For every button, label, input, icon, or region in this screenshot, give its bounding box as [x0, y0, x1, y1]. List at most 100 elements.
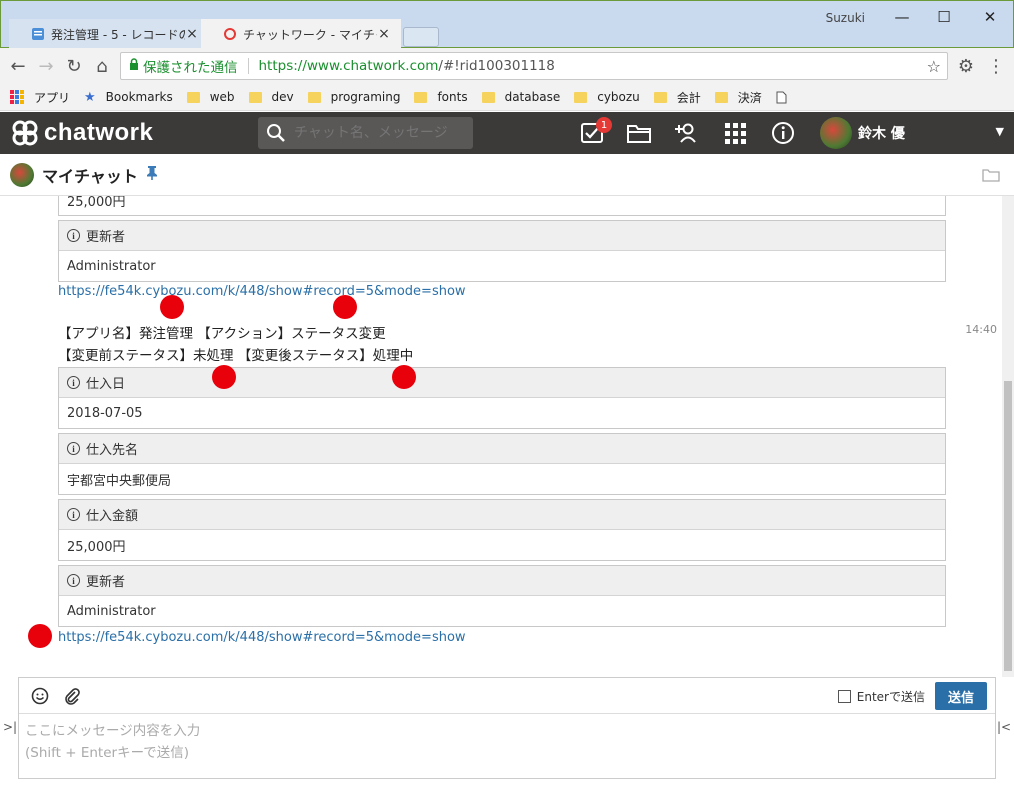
info-icon: i	[67, 574, 80, 587]
timeline-scrollbar[interactable]	[1002, 196, 1014, 677]
user-profile-menu[interactable]: 鈴木 優	[820, 117, 905, 149]
bookmark-web[interactable]: web	[186, 90, 235, 104]
placeholder-line: ここにメッセージ内容を入力	[25, 723, 201, 739]
secure-label: 保護された通信	[143, 60, 238, 76]
field-box: i 仕入金額 25,000円	[58, 499, 946, 561]
bookmark-programing[interactable]: programing	[307, 90, 400, 104]
chevron-down-icon[interactable]: ▼	[996, 125, 1004, 138]
send-button[interactable]: 送信	[935, 682, 987, 710]
room-file-folder-icon[interactable]	[982, 168, 1000, 186]
scrollbar-thumb[interactable]	[1004, 381, 1012, 671]
reload-icon[interactable]: ↻	[62, 54, 86, 78]
bookmarks-bar: アプリ ★ Bookmarks web dev programing fonts…	[0, 84, 1014, 111]
info-icon: i	[67, 376, 80, 389]
folder-icon[interactable]	[625, 120, 653, 146]
bookmark-apps[interactable]: アプリ	[10, 89, 70, 106]
info-icon: i	[67, 229, 80, 242]
red-marker	[212, 365, 236, 389]
red-marker	[28, 624, 52, 648]
message-input[interactable]: ここにメッセージ内容を入力 (Shift + Enterキーで送信)	[19, 714, 995, 770]
chatwork-logo[interactable]: chatwork	[10, 118, 153, 148]
extension-gear-icon[interactable]: ⚙	[954, 54, 978, 78]
emoji-icon[interactable]	[29, 685, 51, 707]
field-header: i 仕入先名	[59, 434, 945, 464]
maximize-button[interactable]: ☐	[923, 5, 965, 29]
field-header: i 仕入日	[59, 368, 945, 398]
bookmark-bookmarks[interactable]: ★ Bookmarks	[84, 90, 173, 105]
info-icon: i	[67, 442, 80, 455]
add-contact-icon[interactable]	[673, 120, 701, 146]
back-arrow-icon[interactable]: ←	[6, 54, 30, 78]
message-line: 【アプリ名】発注管理 【アクション】ステータス変更	[58, 326, 386, 342]
avatar	[820, 117, 852, 149]
composer-toolbar: Enterで送信 送信	[19, 678, 995, 714]
red-marker	[333, 295, 357, 319]
field-value: 25,000円	[67, 539, 126, 555]
task-count-badge: 1	[596, 117, 612, 133]
field-label: 仕入先名	[86, 443, 139, 458]
folder-icon	[714, 91, 728, 103]
close-window-button[interactable]: ✕	[969, 5, 1011, 29]
red-marker	[392, 365, 416, 389]
folder-icon	[248, 91, 262, 103]
bookmark-kaikei[interactable]: 会計	[653, 89, 701, 106]
tab-label: 発注管理 - 5 - レコードの詳	[51, 27, 185, 42]
browser-titlebar: 発注管理 - 5 - レコードの詳 × チャットワーク - マイチャット × S…	[0, 0, 1014, 49]
field-label: 仕入日	[86, 377, 126, 392]
info-icon[interactable]	[769, 120, 797, 146]
field-box: i 更新者 Administrator	[58, 565, 946, 627]
pin-icon[interactable]	[146, 165, 158, 185]
collapse-right-icon[interactable]: |<	[997, 720, 1011, 734]
field-value: Administrator	[67, 258, 156, 274]
kintone-favicon-icon	[31, 27, 45, 41]
record-link[interactable]: https://fe54k.cybozu.com/k/448/show#reco…	[58, 630, 466, 645]
page-icon[interactable]	[776, 91, 787, 104]
lock-icon	[129, 58, 139, 74]
field-value: 2018-07-05	[67, 405, 143, 421]
tab-label: チャットワーク - マイチャット	[243, 27, 377, 42]
tab-chatwork[interactable]: チャットワーク - マイチャット ×	[201, 19, 401, 49]
minimize-button[interactable]: —	[881, 5, 923, 29]
room-avatar	[10, 162, 34, 187]
tab-kintone-record[interactable]: 発注管理 - 5 - レコードの詳 ×	[9, 19, 209, 49]
message-timestamp: 14:40	[965, 323, 997, 336]
divider	[247, 58, 249, 74]
forward-arrow-icon[interactable]: →	[34, 54, 58, 78]
field-box: i 仕入先名 宇都宮中央郵便局	[58, 433, 946, 495]
enter-to-send-label: Enterで送信	[856, 690, 925, 704]
url-host: https://www.chatwork.com	[258, 58, 439, 74]
tab-close-icon[interactable]: ×	[377, 26, 391, 42]
home-icon[interactable]: ⌂	[90, 54, 114, 78]
url-path: /#!rid100301118	[438, 58, 555, 74]
search-input[interactable]	[294, 125, 464, 141]
field-header: i 仕入金額	[59, 500, 945, 530]
enter-to-send-checkbox[interactable]	[837, 690, 851, 703]
bookmark-kessai[interactable]: 決済	[714, 89, 762, 106]
attachment-clip-icon[interactable]	[61, 685, 83, 707]
field-label: 更新者	[86, 575, 126, 590]
chat-search-box[interactable]	[258, 117, 473, 149]
room-header: マイチャット	[0, 154, 1014, 196]
message-composer: Enterで送信 送信 ここにメッセージ内容を入力 (Shift + Enter…	[18, 677, 996, 779]
bookmark-dev[interactable]: dev	[248, 90, 294, 104]
user-name: 鈴木 優	[858, 126, 905, 142]
enter-to-send-toggle[interactable]: Enterで送信	[837, 688, 925, 705]
folder-icon	[186, 91, 200, 103]
url-field[interactable]: 保護された通信 https://www.chatwork.com /#!rid1…	[120, 52, 948, 80]
address-bar-row: ← → ↻ ⌂ 保護された通信 https://www.chatwork.com…	[0, 48, 1014, 84]
apps-grid-icon[interactable]	[721, 120, 749, 146]
bookmark-cybozu[interactable]: cybozu	[574, 90, 640, 104]
menu-dots-icon[interactable]: ⋮	[984, 54, 1008, 78]
field-box: 25,000円	[58, 196, 946, 216]
tab-close-icon[interactable]: ×	[185, 26, 199, 42]
bookmark-star-icon[interactable]: ☆	[927, 57, 941, 76]
collapse-left-icon[interactable]: >|	[3, 720, 17, 734]
bookmark-database[interactable]: database	[481, 90, 560, 104]
chatwork-logo-icon	[12, 120, 38, 146]
record-link[interactable]: https://fe54k.cybozu.com/k/448/show#reco…	[58, 284, 466, 299]
window-user-name[interactable]: Suzuki	[826, 11, 865, 25]
bookmark-fonts[interactable]: fonts	[414, 90, 468, 104]
new-tab-button[interactable]	[403, 27, 439, 47]
field-value: 25,000円	[67, 196, 126, 210]
red-marker	[160, 295, 184, 319]
